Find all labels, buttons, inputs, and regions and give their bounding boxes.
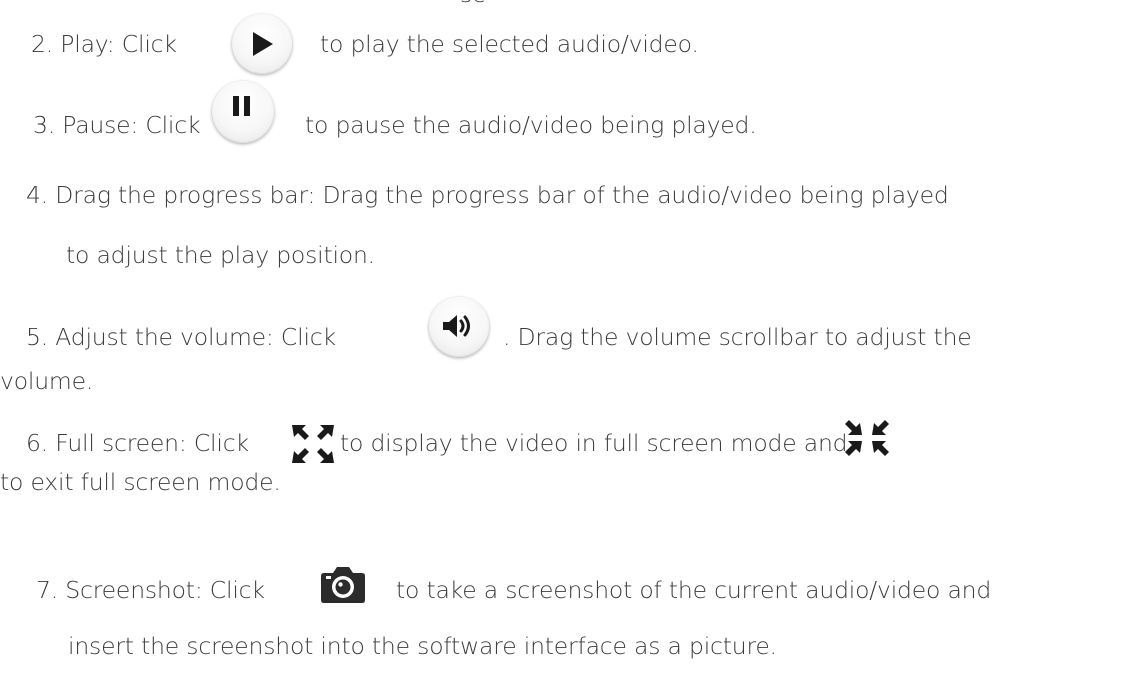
fullscreen-exit-icon[interactable] (844, 416, 890, 460)
play-step-prefix: 2. Play: Click (31, 30, 177, 58)
screenshot-step-line-2: insert the screenshot into the software … (68, 632, 777, 660)
volume-step-prefix: 5. Adjust the volume: Click (26, 323, 336, 351)
fullscreen-step-middle: to display the video in full screen mode… (340, 429, 848, 457)
screenshot-step-prefix: 7. Screenshot: Click (36, 576, 265, 604)
cropped-top-text: sc (460, 0, 485, 9)
drag-step-line-2: to adjust the play position. (66, 241, 375, 269)
play-icon (253, 32, 273, 56)
fullscreen-enter-icon[interactable] (290, 423, 336, 465)
play-step-suffix: to play the selected audio/video. (320, 30, 699, 58)
fullscreen-step-line-2: to exit full screen mode. (0, 468, 281, 496)
pause-step-suffix: to pause the audio/video being played. (305, 111, 757, 139)
drag-step-line-1: 4. Drag the progress bar: Drag the progr… (26, 181, 949, 209)
volume-button[interactable] (429, 297, 489, 357)
pause-icon (233, 96, 250, 116)
play-button[interactable] (232, 14, 292, 74)
volume-icon (443, 315, 470, 337)
pause-step-prefix: 3. Pause: Click (33, 111, 201, 139)
pause-button[interactable] (212, 81, 274, 143)
volume-step-suffix: . Drag the volume scrollbar to adjust th… (503, 323, 972, 351)
camera-icon[interactable] (320, 565, 366, 605)
fullscreen-step-prefix: 6. Full screen: Click (26, 429, 249, 457)
volume-step-line-2: volume. (0, 367, 94, 395)
screenshot-step-middle: to take a screenshot of the current audi… (396, 576, 992, 604)
